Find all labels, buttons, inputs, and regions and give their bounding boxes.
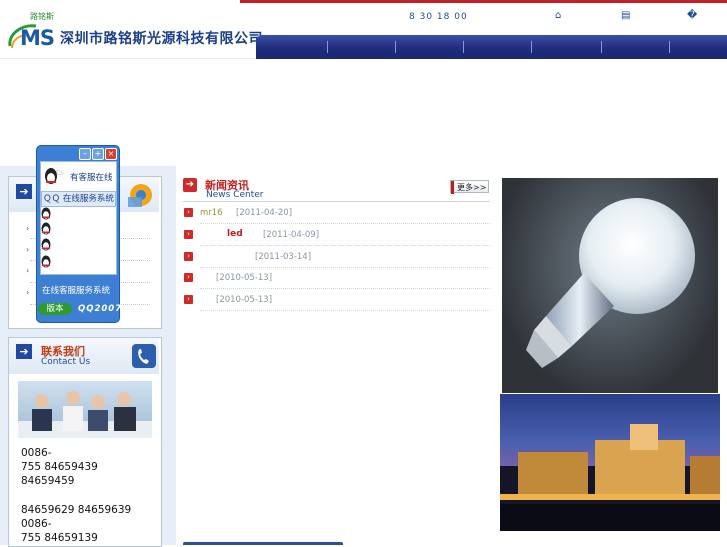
news-bullet-icon: › — [184, 273, 193, 282]
nav-separator — [463, 41, 464, 53]
list-bullet-icon: › — [26, 288, 30, 297]
logo-tagline: 路铭斯 — [30, 12, 54, 21]
news-bullet-icon: › — [184, 230, 193, 239]
news-divider — [200, 223, 490, 224]
favorite-icon[interactable]: � — [687, 10, 697, 21]
company-name: 深圳市路铭斯光源科技有限公司 — [60, 31, 263, 47]
contact-phone-line: 0086- — [21, 518, 52, 530]
list-bullet-icon: › — [26, 266, 30, 275]
news-item-date: [2010-05-13] — [216, 295, 273, 305]
list-bullet-icon: › — [26, 245, 30, 254]
qq-footer-label: 在线客服服务系统 — [42, 286, 111, 296]
news-divider — [200, 288, 490, 289]
news-subtitle: News Center — [206, 190, 264, 200]
gear-icon — [128, 184, 152, 207]
news-bullet-icon: › — [184, 208, 193, 217]
news-item-title[interactable]: led — [227, 229, 243, 239]
news-item-date: [2011-04-20] — [236, 208, 293, 218]
close-icon[interactable]: × — [105, 148, 117, 160]
more-news-button[interactable]: 更多>> — [450, 180, 489, 194]
news-divider — [200, 245, 490, 246]
arrow-right-icon: ➔ — [16, 344, 32, 359]
customer-service-team-photo — [18, 381, 152, 438]
nav-separator — [669, 41, 670, 53]
contact-phone-line: 755 84659139 — [21, 532, 98, 544]
maximize-icon[interactable]: + — [92, 148, 104, 160]
minimize-icon[interactable]: – — [79, 148, 91, 160]
contact-phone-line: 84659459 — [21, 475, 75, 487]
news-item-date: [2010-05-13] — [216, 273, 273, 283]
qq-brand-label: QQ2007 — [78, 304, 123, 314]
contact-phone-line: 84659629 84659639 — [21, 504, 132, 516]
news-bullet-icon: › — [184, 295, 193, 304]
main-nav — [256, 35, 727, 59]
logo-text: MS — [20, 26, 55, 50]
contact-phone-line: 0086- — [21, 447, 52, 459]
home-icon[interactable]: ⌂ — [555, 10, 561, 21]
qq-penguin-icon[interactable] — [40, 238, 52, 251]
qq-service-system-label[interactable]: ＱＱ 在线服务系统 — [41, 191, 116, 207]
nav-separator — [327, 41, 328, 53]
news-item-title[interactable]: mr16 — [200, 208, 223, 218]
arrow-right-icon: ➔ — [183, 178, 197, 192]
news-divider — [200, 267, 490, 268]
news-bullet-icon: › — [184, 252, 193, 261]
nav-separator — [395, 41, 396, 53]
qq-version-badge: 版本 — [38, 303, 72, 315]
qq-penguin-icon — [45, 168, 64, 184]
list-bullet-icon: › — [26, 224, 30, 233]
business-hours: 8 30 18 00 — [409, 12, 468, 22]
building-night-photo[interactable] — [500, 394, 720, 531]
qq-online-status: 有客服在线 — [70, 173, 113, 183]
contact-phone-line: 755 84659439 — [21, 461, 98, 473]
header-accent-line — [240, 0, 727, 3]
sitemap-icon[interactable]: ▤ — [621, 10, 630, 21]
news-divider — [200, 310, 490, 311]
news-divider — [183, 201, 490, 202]
phone-icon — [132, 344, 156, 368]
arrow-right-icon: ➔ — [16, 184, 32, 199]
nav-separator — [531, 41, 532, 53]
qq-penguin-icon[interactable] — [40, 255, 52, 268]
news-item-date: [2011-03-14] — [255, 252, 312, 262]
news-item-date: [2011-04-09] — [263, 230, 320, 240]
led-bulb-product-image[interactable] — [502, 178, 718, 393]
contact-subtitle: Contact Us — [41, 357, 91, 367]
qq-penguin-icon[interactable] — [40, 207, 52, 220]
nav-separator — [601, 41, 602, 53]
qq-penguin-icon[interactable] — [40, 222, 52, 235]
